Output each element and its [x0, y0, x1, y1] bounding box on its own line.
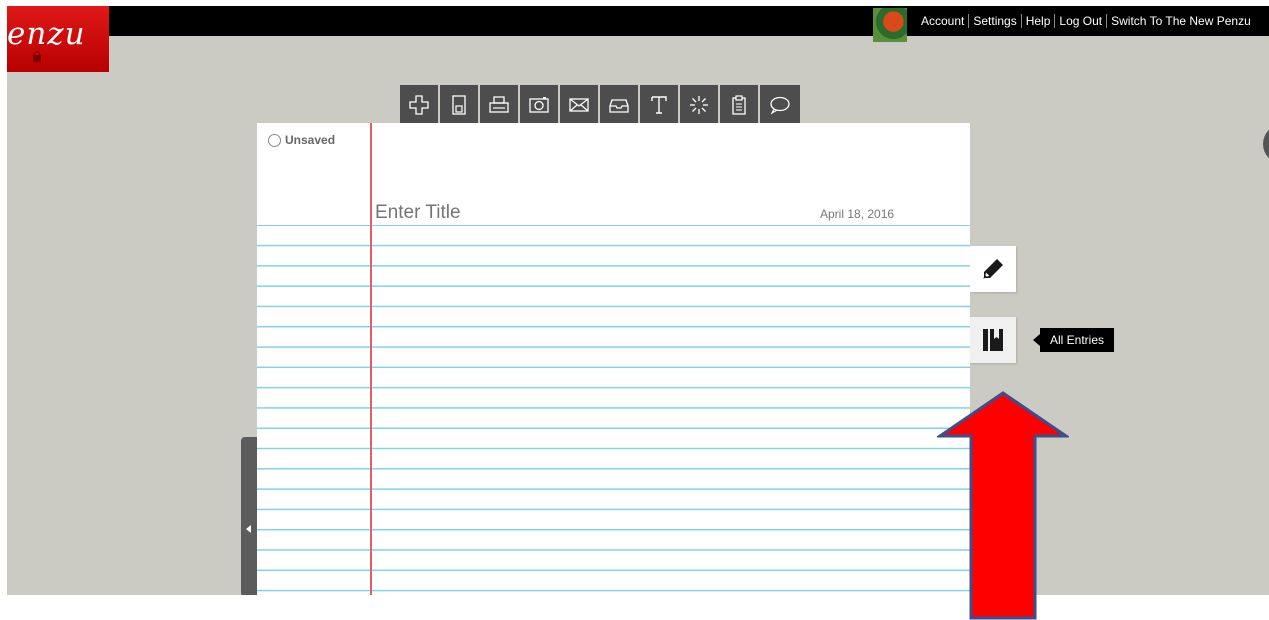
comment-icon	[770, 96, 790, 115]
user-avatar[interactable]	[873, 8, 907, 42]
print-icon	[489, 95, 509, 113]
status-circle-icon	[268, 133, 281, 147]
edit-entry-button[interactable]	[970, 246, 1016, 292]
save-status-label: Unsaved	[285, 133, 336, 147]
clipboard-icon	[732, 94, 746, 115]
save-status: Unsaved	[268, 133, 335, 147]
bookmark-book-icon	[983, 329, 1003, 351]
right-panel-handle[interactable]	[1263, 124, 1269, 164]
font-button[interactable]	[640, 85, 680, 124]
entry-date[interactable]: April 18, 2016	[820, 207, 894, 221]
email-button[interactable]	[560, 85, 600, 124]
font-icon	[651, 95, 667, 114]
save-button[interactable]	[440, 85, 480, 124]
plus-icon	[409, 94, 429, 115]
settings-link[interactable]: Settings	[969, 14, 1022, 28]
switch-new-penzu-link[interactable]: Switch To The New Penzu	[1107, 14, 1255, 28]
help-link[interactable]: Help	[1022, 14, 1056, 28]
theme-button[interactable]	[680, 85, 720, 124]
photo-button[interactable]	[520, 85, 560, 124]
logo-text: enzu	[7, 16, 86, 52]
app-window: Account Settings Help Log Out Switch To …	[7, 6, 1269, 595]
sidebar-toggle-handle[interactable]	[241, 437, 257, 595]
all-entries-button[interactable]	[970, 317, 1016, 363]
archive-button[interactable]	[600, 85, 640, 124]
entry-title-input[interactable]	[375, 202, 755, 224]
pencil-icon	[983, 259, 1003, 279]
editor-toolbar	[400, 85, 800, 124]
clipboard-button[interactable]	[720, 85, 760, 124]
new-entry-button[interactable]	[400, 85, 440, 124]
all-entries-tooltip: All Entries	[1032, 328, 1115, 352]
mail-icon	[569, 97, 589, 112]
top-bar: Account Settings Help Log Out Switch To …	[7, 6, 1269, 42]
inbox-icon	[609, 98, 629, 113]
camera-icon	[529, 96, 549, 113]
journal-entry-paper[interactable]: Unsaved April 18, 2016	[257, 123, 970, 595]
account-link[interactable]: Account	[917, 14, 970, 28]
save-icon	[452, 94, 466, 115]
penzu-logo[interactable]: enzu	[7, 6, 109, 72]
top-nav: Account Settings Help Log Out Switch To …	[917, 9, 1255, 33]
spinner-icon	[690, 95, 708, 114]
logout-link[interactable]: Log Out	[1055, 14, 1108, 28]
print-button[interactable]	[480, 85, 520, 124]
lock-icon	[33, 51, 41, 62]
annotation-arrow-icon	[937, 391, 1069, 620]
margin-line	[370, 123, 372, 595]
comment-button[interactable]	[760, 85, 800, 124]
